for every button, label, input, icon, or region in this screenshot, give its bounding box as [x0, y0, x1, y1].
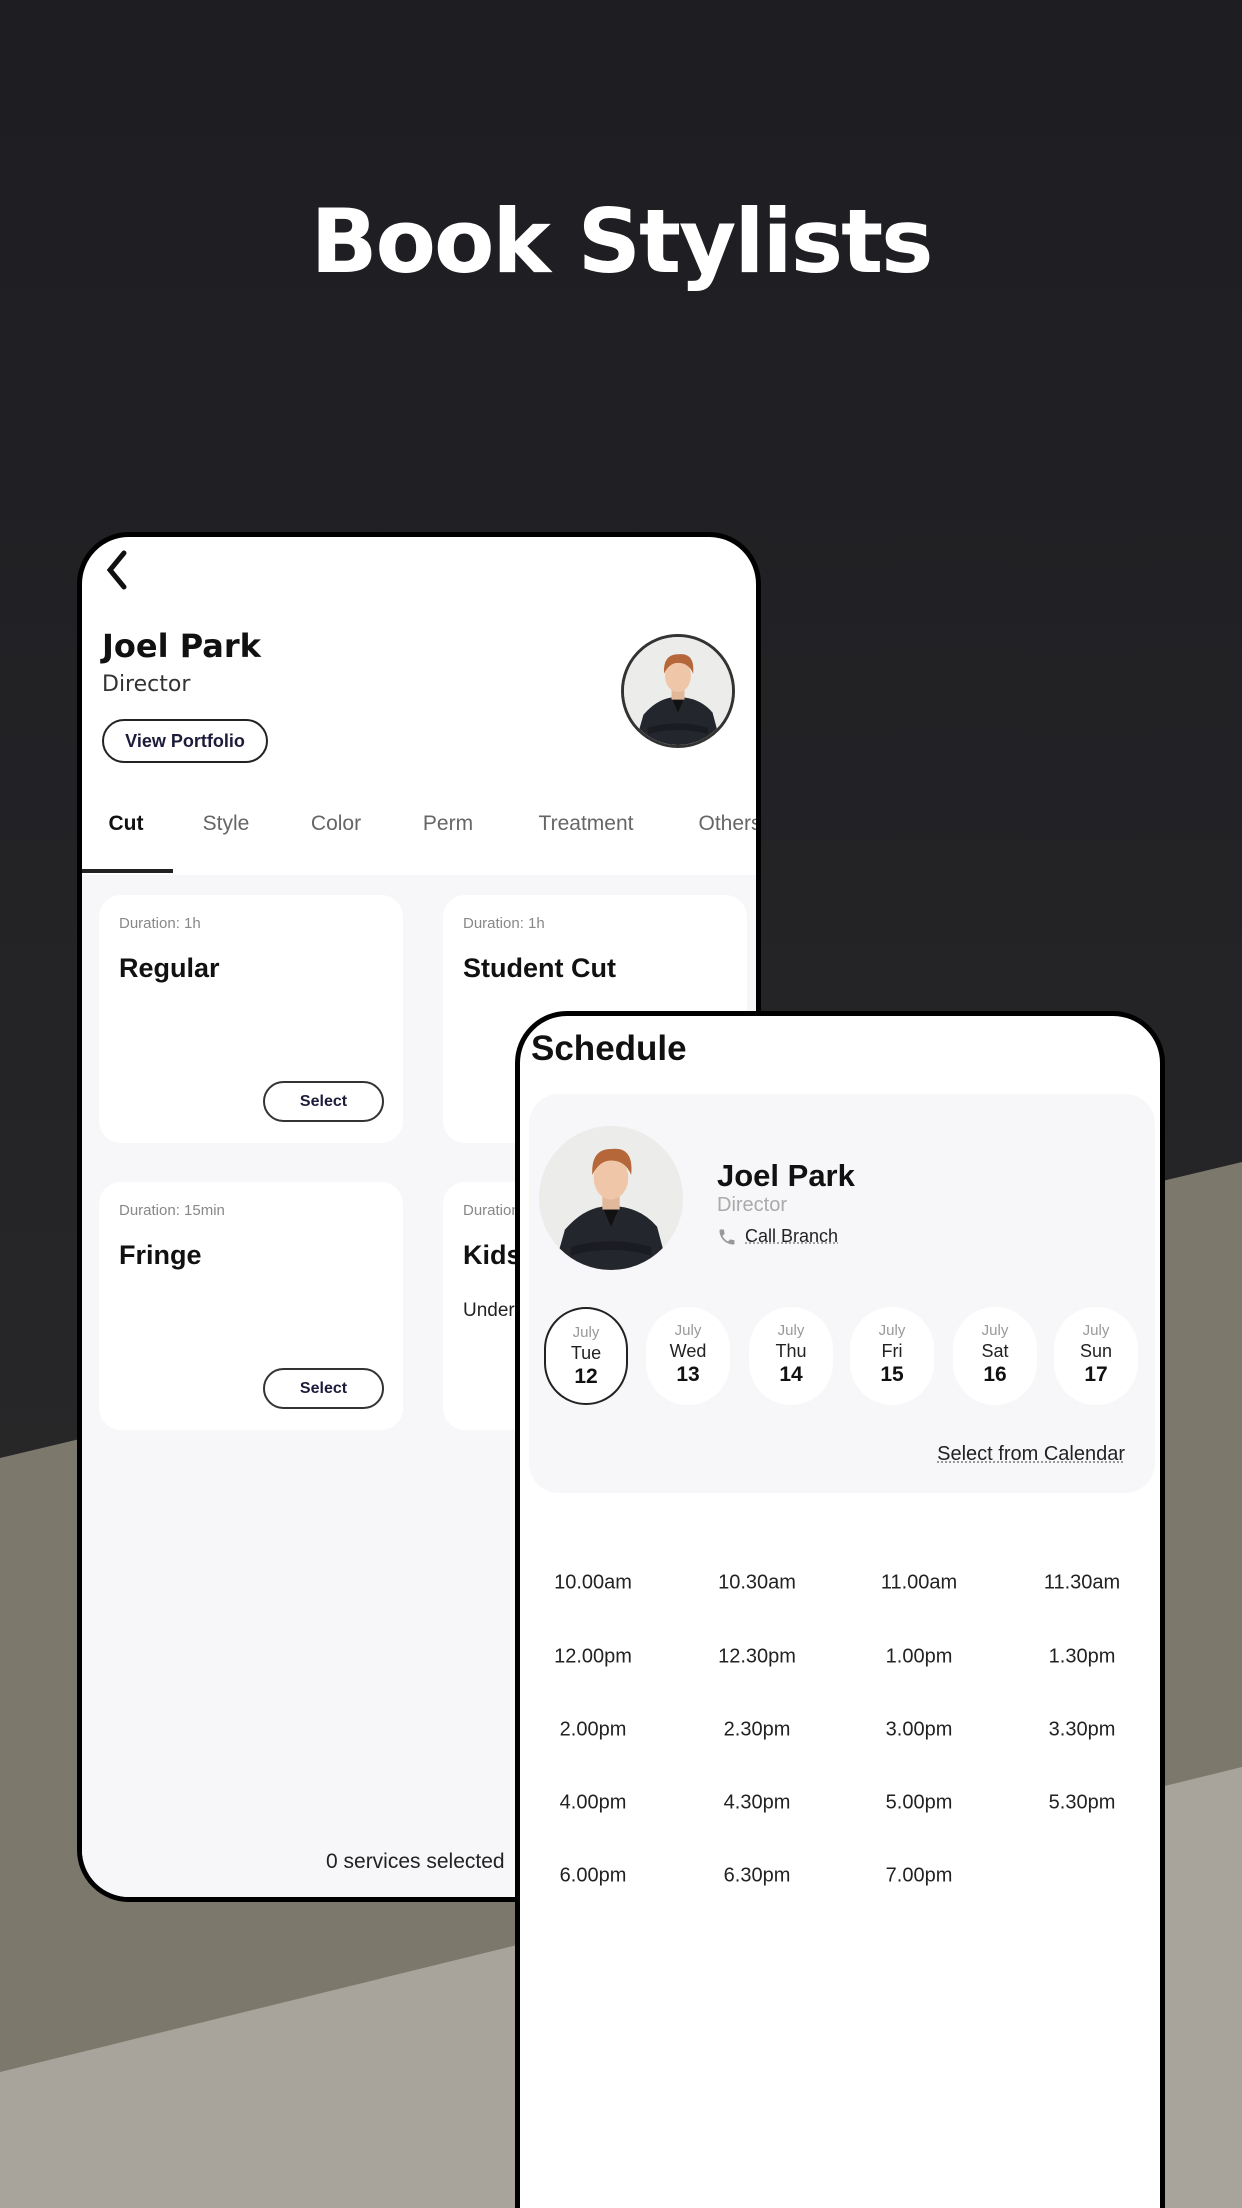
date-weekday: Sat: [981, 1341, 1009, 1361]
select-service-button[interactable]: Select: [263, 1368, 384, 1409]
time-slot[interactable]: 3.30pm: [1049, 1719, 1116, 1742]
date-pill[interactable]: July Thu 14: [749, 1307, 833, 1405]
phone-icon: [719, 1229, 735, 1244]
time-slot[interactable]: 5.30pm: [1049, 1792, 1116, 1815]
tab-cut[interactable]: Cut: [109, 812, 144, 836]
stylist-role: Director: [102, 672, 191, 697]
stylist-role: Director: [717, 1194, 788, 1216]
time-slot[interactable]: 4.00pm: [560, 1792, 627, 1815]
schedule-screen: Schedule Joel Park Director Call Branch …: [515, 1011, 1165, 2208]
select-from-calendar-link[interactable]: Select from Calendar: [937, 1443, 1125, 1466]
service-duration: Duration: 1h: [119, 915, 201, 932]
date-month: July: [1082, 1322, 1110, 1339]
tab-treatment[interactable]: Treatment: [539, 812, 634, 836]
select-service-button[interactable]: Select: [263, 1081, 384, 1122]
date-pill[interactable]: July Tue 12: [544, 1307, 628, 1405]
chevron-left-icon[interactable]: [98, 545, 138, 595]
time-slot[interactable]: 12.00pm: [554, 1646, 632, 1669]
call-branch-label: Call Branch: [745, 1226, 839, 1246]
date-pill[interactable]: July Fri 15: [850, 1307, 934, 1405]
date-number: 13: [676, 1363, 700, 1386]
date-pill[interactable]: July Wed 13: [646, 1307, 730, 1405]
date-weekday: Thu: [775, 1341, 807, 1361]
service-duration: Duration: 15min: [119, 1202, 225, 1219]
time-slot[interactable]: 10.00am: [554, 1572, 632, 1595]
date-weekday: Fri: [881, 1341, 903, 1361]
date-number: 12: [574, 1365, 598, 1388]
date-month: July: [981, 1322, 1009, 1339]
time-slot[interactable]: 3.00pm: [886, 1719, 953, 1742]
tab-perm[interactable]: Perm: [423, 812, 473, 836]
time-slot[interactable]: 2.30pm: [724, 1719, 791, 1742]
avatar: [621, 634, 735, 748]
service-title: Kids: [463, 1240, 522, 1270]
stylist-name: Joel Park: [717, 1158, 855, 1193]
tab-style[interactable]: Style: [203, 812, 250, 836]
date-weekday: Sun: [1079, 1341, 1113, 1361]
date-month: July: [777, 1322, 805, 1339]
time-slot[interactable]: 4.30pm: [724, 1792, 791, 1815]
service-duration: Duration: 1h: [463, 915, 545, 932]
date-month: July: [878, 1322, 906, 1339]
time-slot[interactable]: 2.00pm: [560, 1719, 627, 1742]
service-title: Fringe: [119, 1240, 202, 1270]
date-weekday: Wed: [669, 1341, 707, 1361]
service-card: Duration: 15min Fringe Select: [99, 1182, 403, 1430]
active-tab-indicator: [82, 869, 173, 873]
tab-others[interactable]: Others: [698, 812, 756, 836]
avatar: [539, 1126, 683, 1270]
date-number: 15: [880, 1363, 904, 1386]
date-pill[interactable]: July Sun 17: [1054, 1307, 1138, 1405]
service-description: Under: [463, 1300, 515, 1321]
time-slot[interactable]: 1.30pm: [1049, 1646, 1116, 1669]
stylist-name: Joel Park: [102, 627, 261, 665]
service-card: Duration: 1h Regular Select: [99, 895, 403, 1143]
time-slot[interactable]: 6.30pm: [724, 1865, 791, 1888]
service-category-tabs: Cut Style Color Perm Treatment Others: [82, 812, 757, 852]
services-selected-count: 0 services selected: [326, 1850, 505, 1873]
date-month: July: [572, 1324, 600, 1341]
call-branch-link[interactable]: Call Branch: [717, 1226, 838, 1247]
time-slot[interactable]: 10.30am: [718, 1572, 796, 1595]
service-title: Student Cut: [463, 953, 616, 983]
time-slot[interactable]: 12.30pm: [718, 1646, 796, 1669]
view-portfolio-button[interactable]: View Portfolio: [102, 719, 268, 763]
time-slot[interactable]: 7.00pm: [886, 1865, 953, 1888]
time-slot[interactable]: 6.00pm: [560, 1865, 627, 1888]
time-slot[interactable]: 5.00pm: [886, 1792, 953, 1815]
time-slot[interactable]: 11.30am: [1044, 1572, 1120, 1595]
date-number: 16: [983, 1363, 1007, 1386]
date-pill[interactable]: July Sat 16: [953, 1307, 1037, 1405]
date-number: 14: [779, 1363, 803, 1386]
page-title: Schedule: [531, 1029, 687, 1068]
date-month: July: [674, 1322, 702, 1339]
headline: Book Stylists: [310, 190, 933, 293]
time-slot[interactable]: 11.00am: [881, 1572, 957, 1595]
service-duration: Duration: [463, 1202, 520, 1219]
service-title: Regular: [119, 953, 220, 983]
time-slot[interactable]: 1.00pm: [886, 1646, 953, 1669]
tab-color[interactable]: Color: [311, 812, 361, 836]
date-number: 17: [1084, 1363, 1108, 1386]
date-weekday: Tue: [570, 1343, 602, 1363]
